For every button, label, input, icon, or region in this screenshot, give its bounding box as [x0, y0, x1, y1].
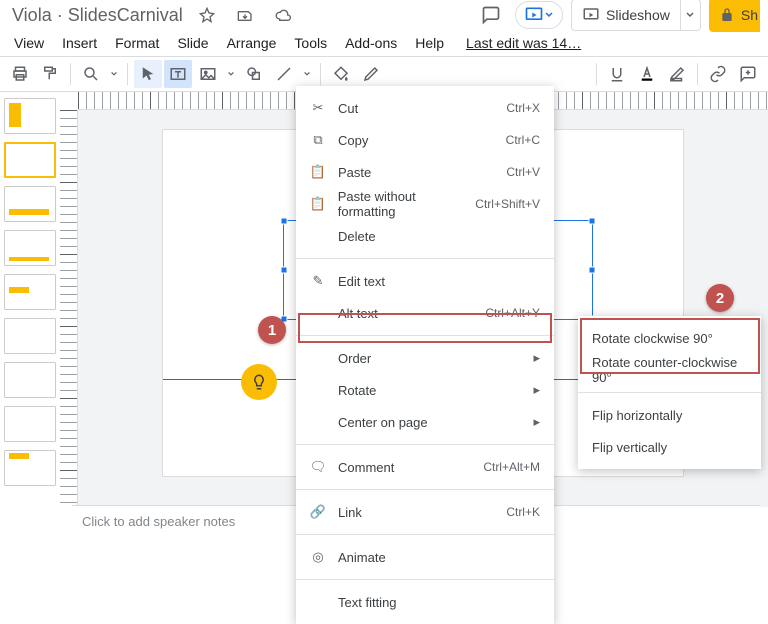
chevron-right-icon: ▸ [533, 350, 540, 366]
slideshow-dropdown[interactable] [681, 0, 701, 31]
comments-icon[interactable] [475, 1, 507, 29]
menu-view[interactable]: View [6, 31, 52, 55]
ruler-vertical[interactable] [60, 110, 78, 507]
link-icon[interactable] [704, 60, 732, 88]
menu-comment[interactable]: 🗨CommentCtrl+Alt+M [296, 451, 554, 483]
link-icon: 🔗 [308, 504, 328, 520]
menu-arrange[interactable]: Arrange [219, 31, 285, 55]
filmstrip[interactable] [0, 92, 60, 507]
cut-icon: ✂ [308, 100, 328, 116]
print-icon[interactable] [6, 60, 34, 88]
chevron-right-icon: ▸ [533, 414, 540, 430]
star-icon[interactable] [193, 1, 221, 29]
paint-format-icon[interactable] [36, 60, 64, 88]
menu-rotate-cw[interactable]: Rotate clockwise 90° [578, 322, 761, 354]
menu-cut[interactable]: ✂CutCtrl+X [296, 92, 554, 124]
line-tool-icon[interactable] [270, 60, 298, 88]
menu-addons[interactable]: Add-ons [337, 31, 405, 55]
slideshow-button[interactable]: Slideshow [571, 0, 681, 31]
paste-icon: 📋 [308, 164, 328, 180]
menu-link[interactable]: 🔗LinkCtrl+K [296, 496, 554, 528]
border-color-icon[interactable] [357, 60, 385, 88]
slide-thumb[interactable] [4, 318, 56, 354]
text-color-icon[interactable] [633, 60, 661, 88]
edit-icon: ✎ [308, 273, 328, 289]
doc-title[interactable]: Viola · SlidesCarnival [12, 5, 183, 26]
cloud-icon[interactable] [269, 1, 297, 29]
menu-center[interactable]: Center on page▸ [296, 406, 554, 438]
chevron-right-icon: ▸ [533, 382, 540, 398]
zoom-icon[interactable] [77, 60, 105, 88]
add-comment-icon[interactable] [734, 60, 762, 88]
menu-flip-h[interactable]: Flip horizontally [578, 399, 761, 431]
textbox-tool-icon[interactable] [164, 60, 192, 88]
last-edit-link[interactable]: Last edit was 14… [458, 31, 589, 55]
select-tool-icon[interactable] [134, 60, 162, 88]
slide-thumb[interactable] [4, 98, 56, 134]
slideshow-label: Slideshow [606, 7, 670, 23]
menu-copy[interactable]: ⧉CopyCtrl+C [296, 124, 554, 156]
line-dropdown-icon[interactable] [300, 60, 314, 88]
comment-icon: 🗨 [308, 459, 328, 475]
menu-order[interactable]: Order▸ [296, 342, 554, 374]
share-button[interactable]: Sh [709, 0, 760, 32]
image-dropdown-icon[interactable] [224, 60, 238, 88]
menu-slide[interactable]: Slide [169, 31, 216, 55]
slide-thumb[interactable] [4, 230, 56, 266]
share-label: Sh [741, 7, 758, 23]
animate-icon: ◎ [308, 549, 328, 565]
menu-paste[interactable]: 📋PasteCtrl+V [296, 156, 554, 188]
lightbulb-icon [241, 364, 277, 400]
rotate-submenu: Rotate clockwise 90° Rotate counter-cloc… [578, 316, 761, 469]
menu-delete[interactable]: Delete [296, 220, 554, 252]
menu-animate[interactable]: ◎Animate [296, 541, 554, 573]
fill-color-icon[interactable] [327, 60, 355, 88]
slide-thumb[interactable] [4, 450, 56, 486]
menu-tools[interactable]: Tools [286, 31, 335, 55]
menu-rotate[interactable]: Rotate▸ [296, 374, 554, 406]
context-menu: ✂CutCtrl+X ⧉CopyCtrl+C 📋PasteCtrl+V 📋Pas… [296, 86, 554, 624]
slide-thumb[interactable] [4, 142, 56, 178]
menu-rotate-ccw[interactable]: Rotate counter-clockwise 90° [578, 354, 761, 386]
menu-edit-text[interactable]: ✎Edit text [296, 265, 554, 297]
image-tool-icon[interactable] [194, 60, 222, 88]
present-icon[interactable] [515, 1, 563, 29]
shape-tool-icon[interactable] [240, 60, 268, 88]
slide-thumb[interactable] [4, 362, 56, 398]
menu-text-fitting[interactable]: Text fitting [296, 586, 554, 618]
menu-flip-v[interactable]: Flip vertically [578, 431, 761, 463]
menu-help[interactable]: Help [407, 31, 452, 55]
menu-insert[interactable]: Insert [54, 31, 105, 55]
slide-thumb[interactable] [4, 274, 56, 310]
highlight-icon[interactable] [663, 60, 691, 88]
annotation-badge-2: 2 [706, 284, 734, 312]
menu-paste-without-formatting[interactable]: 📋Paste without formattingCtrl+Shift+V [296, 188, 554, 220]
underline-icon[interactable] [603, 60, 631, 88]
menu-alt-text[interactable]: Alt textCtrl+Alt+Y [296, 297, 554, 329]
copy-icon: ⧉ [308, 132, 328, 148]
slide-thumb[interactable] [4, 406, 56, 442]
menu-format[interactable]: Format [107, 31, 167, 55]
paste-plain-icon: 📋 [308, 196, 328, 212]
annotation-badge-1: 1 [258, 316, 286, 344]
slide-thumb[interactable] [4, 186, 56, 222]
move-icon[interactable] [231, 1, 259, 29]
zoom-dropdown-icon[interactable] [107, 60, 121, 88]
